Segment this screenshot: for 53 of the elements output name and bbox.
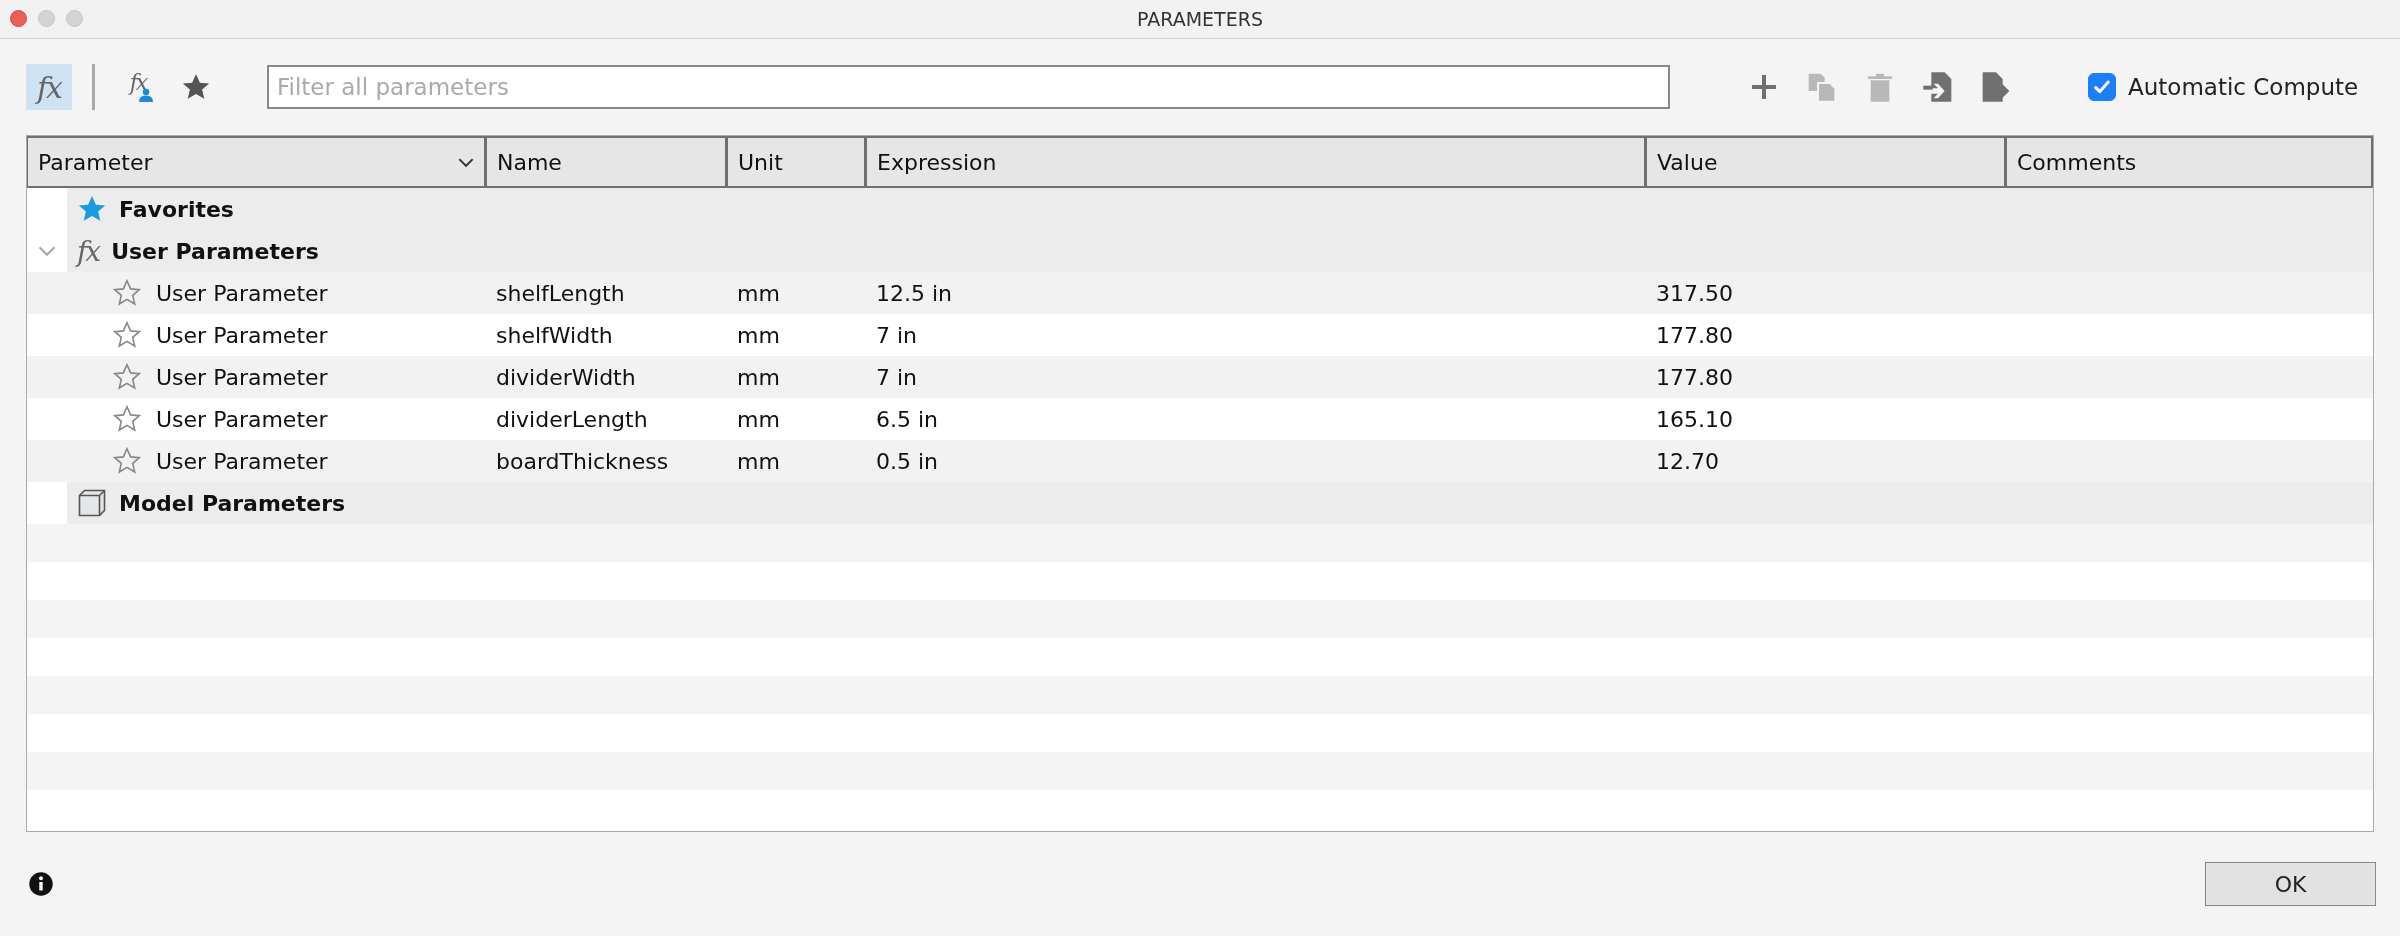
column-header[interactable]: Unit <box>727 136 866 188</box>
table-cell: 12.70 <box>1656 448 1719 474</box>
automatic-compute-label: Automatic Compute <box>2128 74 2359 100</box>
table-cell: 6.5 in <box>876 406 939 432</box>
table-cell: shelfWidth <box>496 322 613 348</box>
table-cell: dividerWidth <box>496 364 636 390</box>
column-header[interactable]: Parameter <box>27 136 486 188</box>
table-cell: mm <box>737 322 780 348</box>
user-parameters-button[interactable]: fx <box>115 64 161 110</box>
group-label[interactable]: User Parameters <box>111 238 319 264</box>
group-label[interactable]: Model Parameters <box>119 490 346 516</box>
table-cell: shelfLength <box>496 280 625 306</box>
export-icon[interactable] <box>1980 71 2012 103</box>
ok-button[interactable]: OK <box>2205 862 2376 906</box>
table-cell: 177.80 <box>1656 322 1733 348</box>
table-cell: mm <box>737 364 780 390</box>
star-outline-icon[interactable] <box>112 362 142 392</box>
function-icon: fx <box>77 234 100 268</box>
cube-icon <box>77 488 107 518</box>
automatic-compute-checkbox[interactable] <box>2088 73 2116 101</box>
table-cell: User Parameter <box>156 280 328 306</box>
star-outline-icon[interactable] <box>112 446 142 476</box>
table-cell: User Parameter <box>156 406 328 432</box>
table-cell: 165.10 <box>1656 406 1733 432</box>
table-cell: 12.5 in <box>876 280 953 306</box>
window-close-button[interactable] <box>10 10 27 27</box>
table-cell: User Parameter <box>156 448 328 474</box>
info-icon[interactable] <box>28 871 54 897</box>
chevron-down-icon[interactable] <box>458 156 474 168</box>
group-label[interactable]: Favorites <box>119 196 234 222</box>
table-cell: dividerLength <box>496 406 648 432</box>
table-cell: boardThickness <box>496 448 669 474</box>
table-cell: 7 in <box>876 364 918 390</box>
column-header[interactable]: Comments <box>2006 136 2373 188</box>
table-cell: 177.80 <box>1656 364 1733 390</box>
table-cell: mm <box>737 406 780 432</box>
table-cell: User Parameter <box>156 364 328 390</box>
column-header[interactable]: Expression <box>866 136 1646 188</box>
table-cell: 0.5 in <box>876 448 939 474</box>
filter-field[interactable]: Filter all parameters <box>267 65 1670 109</box>
column-header[interactable]: Value <box>1646 136 2006 188</box>
star-outline-icon[interactable] <box>112 278 142 308</box>
table-cell: mm <box>737 448 780 474</box>
star-outline-icon[interactable] <box>112 320 142 350</box>
table-cell: User Parameter <box>156 322 328 348</box>
table-cell: 7 in <box>876 322 918 348</box>
column-header[interactable]: Name <box>486 136 727 188</box>
import-icon[interactable] <box>1922 71 1954 103</box>
star-outline-icon[interactable] <box>112 404 142 434</box>
table-cell: 317.50 <box>1656 280 1733 306</box>
window-title: PARAMETERS <box>1137 8 1263 30</box>
table-cell: mm <box>737 280 780 306</box>
all-parameters-button[interactable]: fx <box>26 64 72 110</box>
